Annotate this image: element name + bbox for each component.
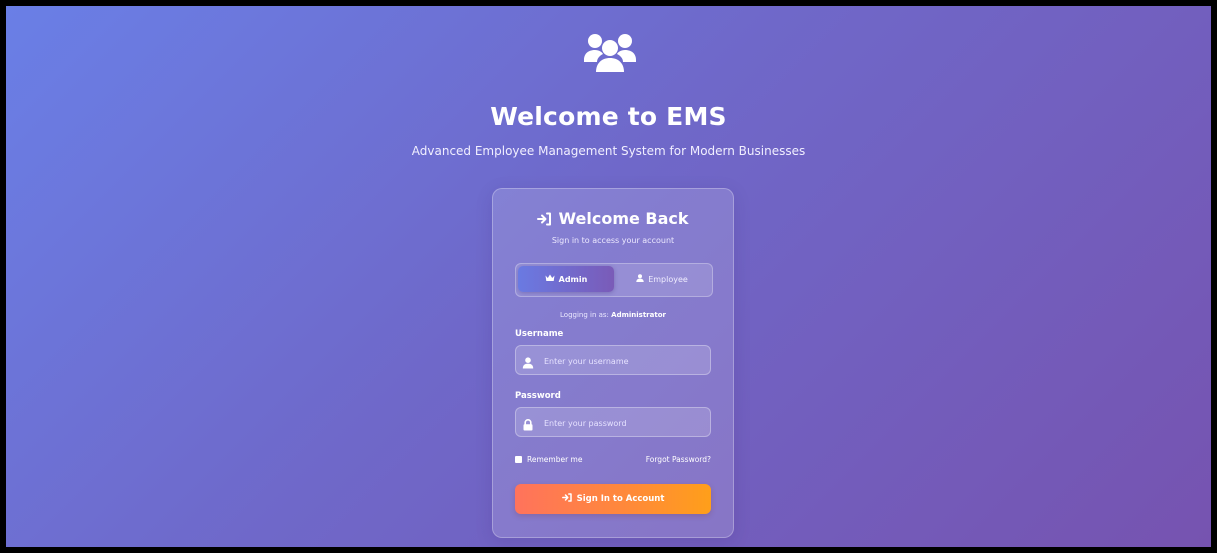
card-subtitle: Sign in to access your account [551,236,675,245]
role-selector: Admin Employee [515,263,713,297]
user-icon [636,274,644,284]
crown-icon [545,274,555,284]
login-card: Welcome Back Sign in to access your acco… [492,188,734,538]
password-label: Password [515,391,561,401]
username-input[interactable] [542,346,706,376]
page-title: Welcome to EMS [490,102,727,131]
user-icon [522,354,534,369]
remember-me-label: Remember me [527,455,583,464]
password-input[interactable] [542,408,706,438]
role-employee-label: Employee [648,274,688,284]
role-admin-label: Admin [558,274,588,284]
page-subtitle: Advanced Employee Management System for … [411,144,806,158]
username-label: Username [515,329,564,339]
sign-in-label: Sign In to Account [576,494,665,504]
forgot-password-link[interactable]: Forgot Password? [646,455,711,464]
lock-icon [522,416,534,431]
logging-as-text: Logging in as: Administrator [493,311,733,319]
users-icon [583,28,637,80]
role-employee-button[interactable]: Employee [614,266,710,292]
password-field-wrapper [515,407,711,438]
card-title-text: Welcome Back [558,209,689,228]
app-background: Welcome to EMS Advanced Employee Managem… [6,6,1211,547]
sign-in-icon [561,493,572,505]
logging-as-prefix: Logging in as: [560,311,609,319]
card-title: Welcome Back [493,209,733,228]
remember-me-checkbox[interactable] [515,456,522,463]
remember-me[interactable]: Remember me [515,455,582,464]
username-field-wrapper [515,345,711,376]
sign-in-button[interactable]: Sign In to Account [515,484,711,514]
logging-as-role: Administrator [611,311,666,319]
sign-in-icon [537,212,552,226]
role-admin-button[interactable]: Admin [518,266,614,292]
